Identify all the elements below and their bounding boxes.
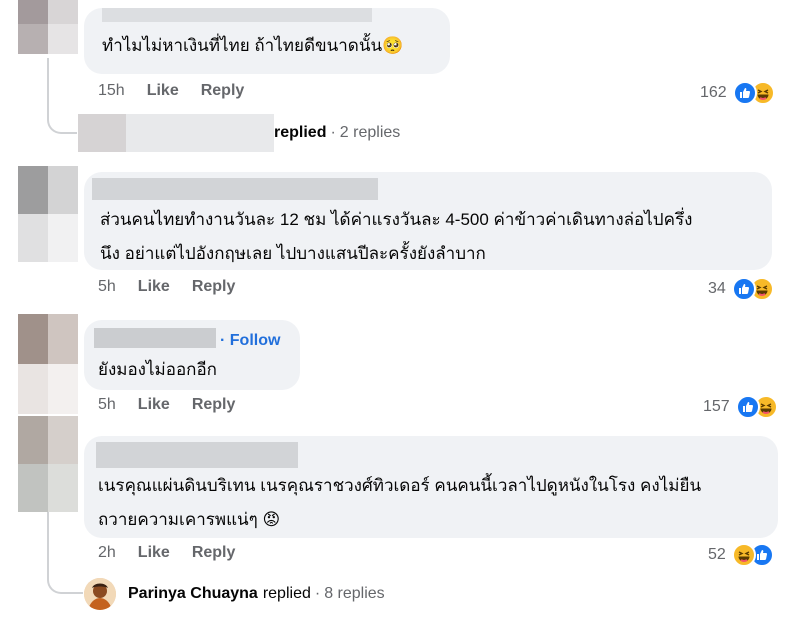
comment-time[interactable]: 2h [98, 544, 116, 562]
like-icon [732, 81, 757, 105]
commenter-name-blurred[interactable] [94, 328, 216, 348]
commenter-name-blurred[interactable] [102, 8, 372, 22]
reaction-count: 34 [708, 280, 726, 297]
reply-button[interactable]: Reply [192, 544, 236, 562]
reaction-summary[interactable]: 162 [700, 81, 775, 105]
replies-count: 8 replies [324, 585, 385, 602]
like-icon [731, 277, 756, 301]
replied-label: replied [274, 124, 327, 141]
reaction-count: 162 [700, 84, 727, 101]
reply-button[interactable]: Reply [192, 278, 236, 296]
separator-dot: · [314, 585, 321, 602]
comment-text: ยังมองไม่ออกอีก [98, 360, 217, 379]
reply-author-name[interactable]: Parinya Chuayna [128, 585, 258, 603]
like-button[interactable]: Like [138, 396, 170, 414]
reaction-count: 157 [703, 398, 730, 415]
like-button[interactable]: Like [138, 544, 170, 562]
avatar[interactable] [18, 314, 78, 414]
reply-author-name-blurred[interactable] [126, 114, 274, 152]
separator-dot: · [330, 124, 336, 141]
commenter-name-blurred[interactable] [92, 178, 378, 200]
comment-time[interactable]: 5h [98, 396, 116, 414]
commenter-name-blurred[interactable] [96, 442, 298, 468]
comment-time[interactable]: 5h [98, 278, 116, 296]
avatar[interactable] [18, 166, 78, 262]
replied-label: replied [262, 585, 311, 602]
like-button[interactable]: Like [138, 278, 170, 296]
avatar[interactable] [18, 0, 78, 54]
reply-avatar-blurred[interactable] [78, 114, 126, 152]
comment-actions: 15h Like Reply [98, 82, 244, 100]
reply-button[interactable]: Reply [192, 396, 236, 414]
like-button[interactable]: Like [147, 82, 179, 100]
comment-actions: 5h Like Reply [98, 396, 235, 414]
comment-time[interactable]: 15h [98, 82, 125, 100]
reaction-summary[interactable]: 157 [703, 395, 778, 419]
haha-icon [731, 543, 756, 567]
like-icon [735, 395, 760, 419]
reaction-summary[interactable]: 52 [708, 543, 774, 567]
comment-bubble: ทำไมไม่หาเงินที่ไทย ถ้าไทยดีขนาดนั้น🥺 [84, 8, 450, 74]
comment-text: ถวายความเคารพแน่ๆ 😡 [98, 510, 281, 529]
reply-button[interactable]: Reply [201, 82, 245, 100]
thread-line [47, 100, 77, 134]
comment-text: เนรคุณแผ่นดินบริเทน เนรคุณราชวงศ์ทิวเดอร… [98, 476, 702, 495]
reaction-summary[interactable]: 34 [708, 277, 774, 301]
comment-text: นึง อย่าแต่ไปอังกฤษเลย ไปบางแสนปีละครั้ง… [100, 244, 486, 263]
comment-bubble: · Follow ยังมองไม่ออกอีก [84, 320, 300, 390]
replies-count: 2 replies [339, 124, 401, 141]
comment-text: ส่วนคนไทยทำงานวันละ 12 ชม ได้ค่าแรงวันละ… [100, 210, 693, 229]
comment-text: ทำไมไม่หาเงินที่ไทย ถ้าไทยดีขนาดนั้น🥺 [102, 36, 404, 55]
avatar[interactable] [18, 416, 78, 512]
follow-button[interactable]: · Follow [220, 332, 280, 350]
reaction-count: 52 [708, 546, 726, 563]
reply-author-avatar[interactable] [84, 578, 116, 610]
comment-bubble: เนรคุณแผ่นดินบริเทน เนรคุณราชวงศ์ทิวเดอร… [84, 436, 778, 538]
thread-line [47, 560, 83, 594]
view-replies-link[interactable]: replied · 2 replies [274, 124, 400, 142]
comment-actions: 5h Like Reply [98, 278, 235, 296]
comment-bubble: ส่วนคนไทยทำงานวันละ 12 ชม ได้ค่าแรงวันละ… [84, 172, 772, 270]
view-replies-link[interactable]: Parinya Chuayna replied · 8 replies [128, 585, 385, 603]
comment-actions: 2h Like Reply [98, 544, 235, 562]
